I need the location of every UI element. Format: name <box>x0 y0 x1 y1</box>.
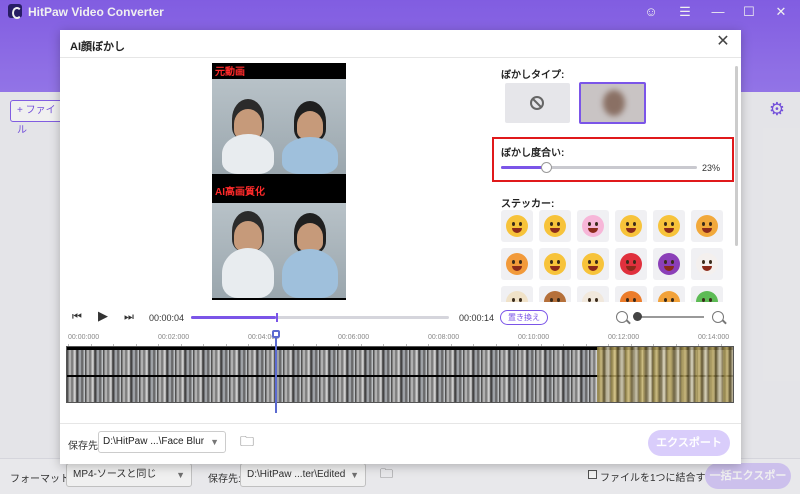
frog-icon <box>696 291 718 302</box>
star-icon <box>506 253 528 275</box>
wink-icon <box>620 215 642 237</box>
ruler-label: 00:00:000 <box>68 334 100 341</box>
video-preview: 元動画 AI高画質化 <box>212 63 346 300</box>
ruler-label: 00:10:000 <box>518 334 550 341</box>
blurred-face-icon <box>603 90 625 116</box>
original-frame <box>212 79 346 174</box>
playback-progress <box>191 316 277 319</box>
monkey-icon <box>544 291 566 302</box>
fox-icon <box>620 291 642 302</box>
sticker-cool[interactable] <box>653 210 685 242</box>
zoom-slider[interactable] <box>638 316 704 318</box>
playhead[interactable] <box>275 331 277 413</box>
save-path-select[interactable]: D:\HitPaw ...\Face Blur ▼ <box>98 431 226 453</box>
ban-icon <box>530 96 544 110</box>
sticker-grin[interactable] <box>501 210 533 242</box>
timeline-filmstrip[interactable] <box>66 346 734 403</box>
blur-type-label: ぼかしタイプ: <box>501 70 565 81</box>
skip-back-icon[interactable]: ⏮ <box>72 311 82 323</box>
enhanced-tag: AI高画質化 <box>214 183 266 198</box>
mask-icon <box>544 253 566 275</box>
sticker-frog[interactable] <box>691 286 723 302</box>
cool-icon <box>658 215 680 237</box>
heart-eyes-icon <box>582 215 604 237</box>
sticker-star[interactable] <box>501 248 533 280</box>
sticker-party[interactable] <box>577 248 609 280</box>
sticker-grid <box>501 210 725 302</box>
sticker-wink[interactable] <box>615 210 647 242</box>
demon-purple-icon <box>658 253 680 275</box>
skip-forward-icon[interactable]: ⏭ <box>124 311 134 323</box>
divider <box>60 57 741 58</box>
play-icon[interactable]: ▶ <box>98 309 108 322</box>
sticker-heart-eyes[interactable] <box>577 210 609 242</box>
zoom-out-icon[interactable] <box>616 311 628 323</box>
zoom-handle[interactable] <box>633 312 642 321</box>
party-icon <box>582 253 604 275</box>
playback-handle[interactable] <box>276 313 279 322</box>
sticker-label: ステッカー: <box>501 199 555 210</box>
laugh-icon <box>544 215 566 237</box>
slider-fill <box>501 166 547 169</box>
sticker-angry[interactable] <box>691 210 723 242</box>
panel-scrollbar[interactable] <box>735 66 738 246</box>
current-time: 00:00:04 <box>149 313 185 323</box>
total-time: 00:00:14 <box>459 313 495 323</box>
close-icon[interactable]: ✕ <box>715 34 731 50</box>
zoom-in-icon[interactable] <box>712 311 724 323</box>
sticker-demon-purple[interactable] <box>653 248 685 280</box>
sticker-demon-red[interactable] <box>615 248 647 280</box>
folder-icon[interactable]: 🗀 <box>240 434 254 448</box>
export-button[interactable]: エクスポート <box>648 430 730 456</box>
cat-icon <box>506 291 528 302</box>
original-tag: 元動画 <box>214 63 246 78</box>
ruler-label: 00:14:000 <box>698 334 730 341</box>
save-label: 保存先: <box>68 441 101 452</box>
slider-handle[interactable] <box>541 162 553 173</box>
sticker-laugh[interactable] <box>539 210 571 242</box>
grin-icon <box>506 215 528 237</box>
ruler-label: 00:08:000 <box>428 334 460 341</box>
divider <box>60 423 741 424</box>
replace-button[interactable]: 置き換え <box>500 310 548 325</box>
face-blur-dialog: AI顔ぼかし ✕ 元動画 AI高画質化 ぼかしタイプ: ぼかし度合い: 23% … <box>60 30 741 464</box>
sticker-fox[interactable] <box>615 286 647 302</box>
ruler-label: 00:12:000 <box>608 334 640 341</box>
sticker-dog[interactable] <box>577 286 609 302</box>
sticker-mask[interactable] <box>539 248 571 280</box>
sticker-cat[interactable] <box>501 286 533 302</box>
blur-degree-slider[interactable] <box>501 162 697 173</box>
tiger-icon <box>658 291 680 302</box>
processed-frame <box>212 203 346 298</box>
timeline-ruler: 00:00:000 00:02:000 00:04:000 00:06:000 00:0… <box>68 334 734 348</box>
playhead-handle[interactable] <box>272 330 280 338</box>
blur-degree-value: 23% <box>702 163 721 173</box>
filmstrip-end-segment <box>597 347 733 402</box>
angry-icon <box>696 215 718 237</box>
ruler-label: 00:02:000 <box>158 334 190 341</box>
sticker-monkey[interactable] <box>539 286 571 302</box>
dog-icon <box>582 291 604 302</box>
chevron-down-icon: ▼ <box>210 437 219 447</box>
dialog-title: AI顔ぼかし <box>70 41 125 53</box>
sticker-clown[interactable] <box>691 248 723 280</box>
save-path-value: D:\HitPaw ...\Face Blur <box>103 436 205 447</box>
demon-red-icon <box>620 253 642 275</box>
blur-type-face-option[interactable] <box>579 82 646 124</box>
playback-slider[interactable] <box>191 313 449 322</box>
blur-type-none-option[interactable] <box>505 83 570 123</box>
blur-degree-label: ぼかし度合い: <box>501 148 565 159</box>
clown-icon <box>696 253 718 275</box>
sticker-tiger[interactable] <box>653 286 685 302</box>
ruler-label: 00:06:000 <box>338 334 370 341</box>
